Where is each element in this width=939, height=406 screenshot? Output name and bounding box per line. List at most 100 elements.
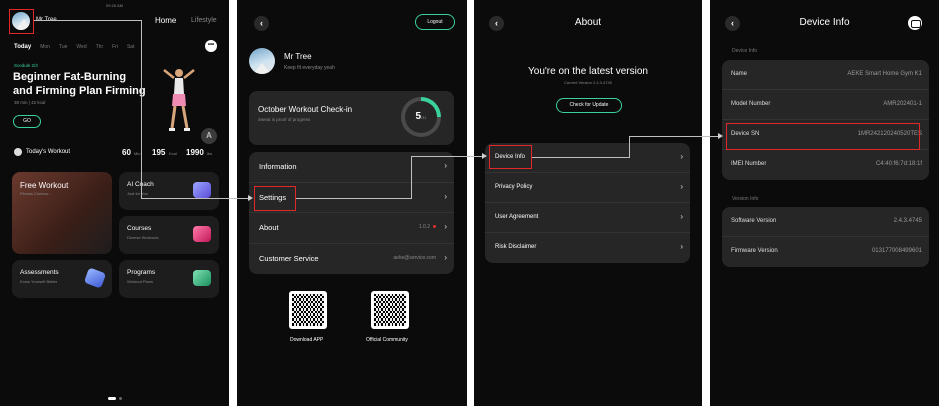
- menu-item-user-agreement[interactable]: User Agreement ›: [485, 203, 690, 233]
- page-dot: [119, 397, 122, 400]
- programs-card[interactable]: Programs Workout Plans: [119, 260, 219, 298]
- highlight-settings: [254, 186, 296, 211]
- ai-coach-icon: [193, 182, 211, 198]
- free-workout-title: Free Workout: [20, 181, 69, 190]
- logout-button[interactable]: Logout: [415, 14, 455, 30]
- menu-label: User Agreement: [495, 214, 539, 220]
- status-time: 09:26 AM: [106, 3, 123, 8]
- download-app-label: Download APP: [290, 337, 324, 343]
- menu-item-privacy-policy[interactable]: Privacy Policy ›: [485, 173, 690, 203]
- device-info-screen: ‹ Device Info Device Info Name AEKE Smar…: [710, 0, 939, 406]
- version-status: You're on the latest version: [528, 66, 648, 77]
- menu-label: Risk Disclaimer: [495, 244, 537, 250]
- chevron-left-icon[interactable]: ‹: [254, 16, 269, 31]
- checkin-total: /31: [421, 115, 427, 120]
- chevron-right-icon: ›: [680, 212, 683, 221]
- stat-kcal-unit: Kcal: [169, 151, 177, 156]
- menu-label: Information: [259, 162, 297, 171]
- info-key: Model Number: [731, 101, 771, 107]
- go-button[interactable]: GO: [13, 115, 41, 128]
- version-info-list: Software Version 2.4.3.4745 Firmware Ver…: [722, 207, 929, 267]
- checkin-progress-ring: 5/31: [401, 97, 441, 137]
- customer-service-email: aeke@service.com: [393, 254, 436, 261]
- tab-lifestyle[interactable]: Lifestyle: [191, 17, 217, 24]
- home-icon[interactable]: [908, 16, 922, 30]
- day-mon[interactable]: Mon: [40, 44, 50, 50]
- courses-icon: [193, 226, 211, 242]
- day-sat[interactable]: Sat: [127, 44, 135, 50]
- programs-icon: [193, 270, 211, 286]
- profile-avatar[interactable]: [249, 48, 275, 74]
- day-fri[interactable]: Fri: [112, 44, 118, 50]
- menu-label: Privacy Policy: [495, 184, 533, 190]
- connector-line: [411, 156, 412, 199]
- more-icon[interactable]: •••: [205, 40, 217, 52]
- profile-tagline: Keep fit everyday yeah: [284, 65, 335, 71]
- info-row-model: Model Number AMR202401-1: [722, 90, 929, 120]
- clock-icon: [14, 148, 22, 156]
- courses-card[interactable]: Courses Diverse Workouts: [119, 216, 219, 254]
- free-workout-subtitle: Fitness Commu...: [20, 191, 52, 196]
- check-update-button[interactable]: Check for Update: [556, 98, 622, 113]
- plan-meta: 38 min | 42 kcal: [14, 100, 46, 105]
- arrow-icon: [482, 153, 487, 159]
- stat-lbs-value: 1990: [186, 148, 204, 157]
- courses-title: Courses: [127, 225, 152, 232]
- todays-workout-label: Today's Workout: [26, 149, 71, 155]
- connector-line: [34, 20, 142, 21]
- current-version: Current Version 2.4.3.4745: [564, 80, 612, 85]
- qr-code-icon: [371, 291, 409, 329]
- page-title: About: [574, 17, 602, 28]
- assistant-button[interactable]: A: [201, 128, 217, 144]
- page-title: Device Info: [799, 17, 850, 28]
- highlight-device-sn: [726, 123, 920, 150]
- tab-home[interactable]: Home: [155, 16, 176, 25]
- day-today[interactable]: Today: [14, 44, 31, 50]
- info-key: IMEI Number: [731, 161, 767, 167]
- day-wed[interactable]: Wed: [76, 44, 86, 50]
- chevron-right-icon: ›: [444, 191, 447, 201]
- about-screen: ‹ About You're on the latest version Cur…: [474, 0, 702, 406]
- connector-line: [629, 136, 719, 137]
- profile-username: Mr Tree: [284, 52, 312, 61]
- highlight-device-info: [489, 145, 532, 169]
- menu-item-risk-disclaimer[interactable]: Risk Disclaimer ›: [485, 233, 690, 263]
- programs-subtitle: Workout Plans: [127, 279, 153, 284]
- plan-title-line1: Beginner Fat-Burning: [13, 71, 127, 83]
- menu-label: About: [259, 223, 279, 232]
- ai-coach-subtitle: Just for You: [127, 191, 148, 196]
- assessments-icon: [83, 267, 107, 289]
- settings-menu: Information › Settings › 1.0.2 About › C…: [249, 152, 454, 274]
- assessments-card[interactable]: Assessments Know Yourself Better: [12, 260, 112, 298]
- chevron-right-icon: ›: [680, 182, 683, 191]
- info-row-name: Name AEKE Smart Home Gym K1: [722, 60, 929, 90]
- menu-item-customer-service[interactable]: Customer Service aeke@service.com ›: [249, 244, 454, 275]
- info-value: C4:40:f6:7d:18:1f: [875, 161, 922, 167]
- chevron-right-icon: ›: [444, 161, 447, 170]
- checkin-card[interactable]: October Workout Check-in Sweat is proof …: [249, 91, 454, 145]
- programs-title: Programs: [127, 269, 156, 276]
- connector-line: [532, 157, 630, 158]
- checkin-subtitle: Sweat is proof of progress: [258, 117, 311, 122]
- checkin-count: 5/31: [405, 101, 437, 133]
- qr-code-icon: [289, 291, 327, 329]
- arrow-icon: [718, 133, 723, 139]
- day-thr[interactable]: Thr: [96, 44, 104, 50]
- official-community-label: Official Community: [366, 337, 408, 343]
- free-workout-card[interactable]: Free Workout Fitness Commu...: [12, 172, 112, 254]
- connector-line: [141, 198, 249, 199]
- ai-coach-card[interactable]: AI Coach Just for You: [119, 172, 219, 210]
- assessments-subtitle: Know Yourself Better: [20, 279, 58, 284]
- todays-workout-row[interactable]: Today's Workout 60 Min 195 Kcal 1990 lbs: [14, 148, 217, 160]
- chevron-right-icon: ›: [680, 152, 683, 161]
- version-section-label: Version Info: [732, 196, 759, 202]
- menu-item-about[interactable]: 1.0.2 About ›: [249, 213, 454, 244]
- day-tue[interactable]: Tue: [59, 44, 67, 50]
- stat-min-unit: Min: [134, 151, 141, 156]
- info-row-software: Software Version 2.4.3.4745: [722, 207, 929, 237]
- connector-line: [296, 198, 412, 199]
- chevron-right-icon: ›: [680, 242, 683, 251]
- about-version: 1.0.2: [418, 224, 430, 230]
- page-dot-active: [108, 397, 116, 400]
- connector-line: [141, 20, 142, 198]
